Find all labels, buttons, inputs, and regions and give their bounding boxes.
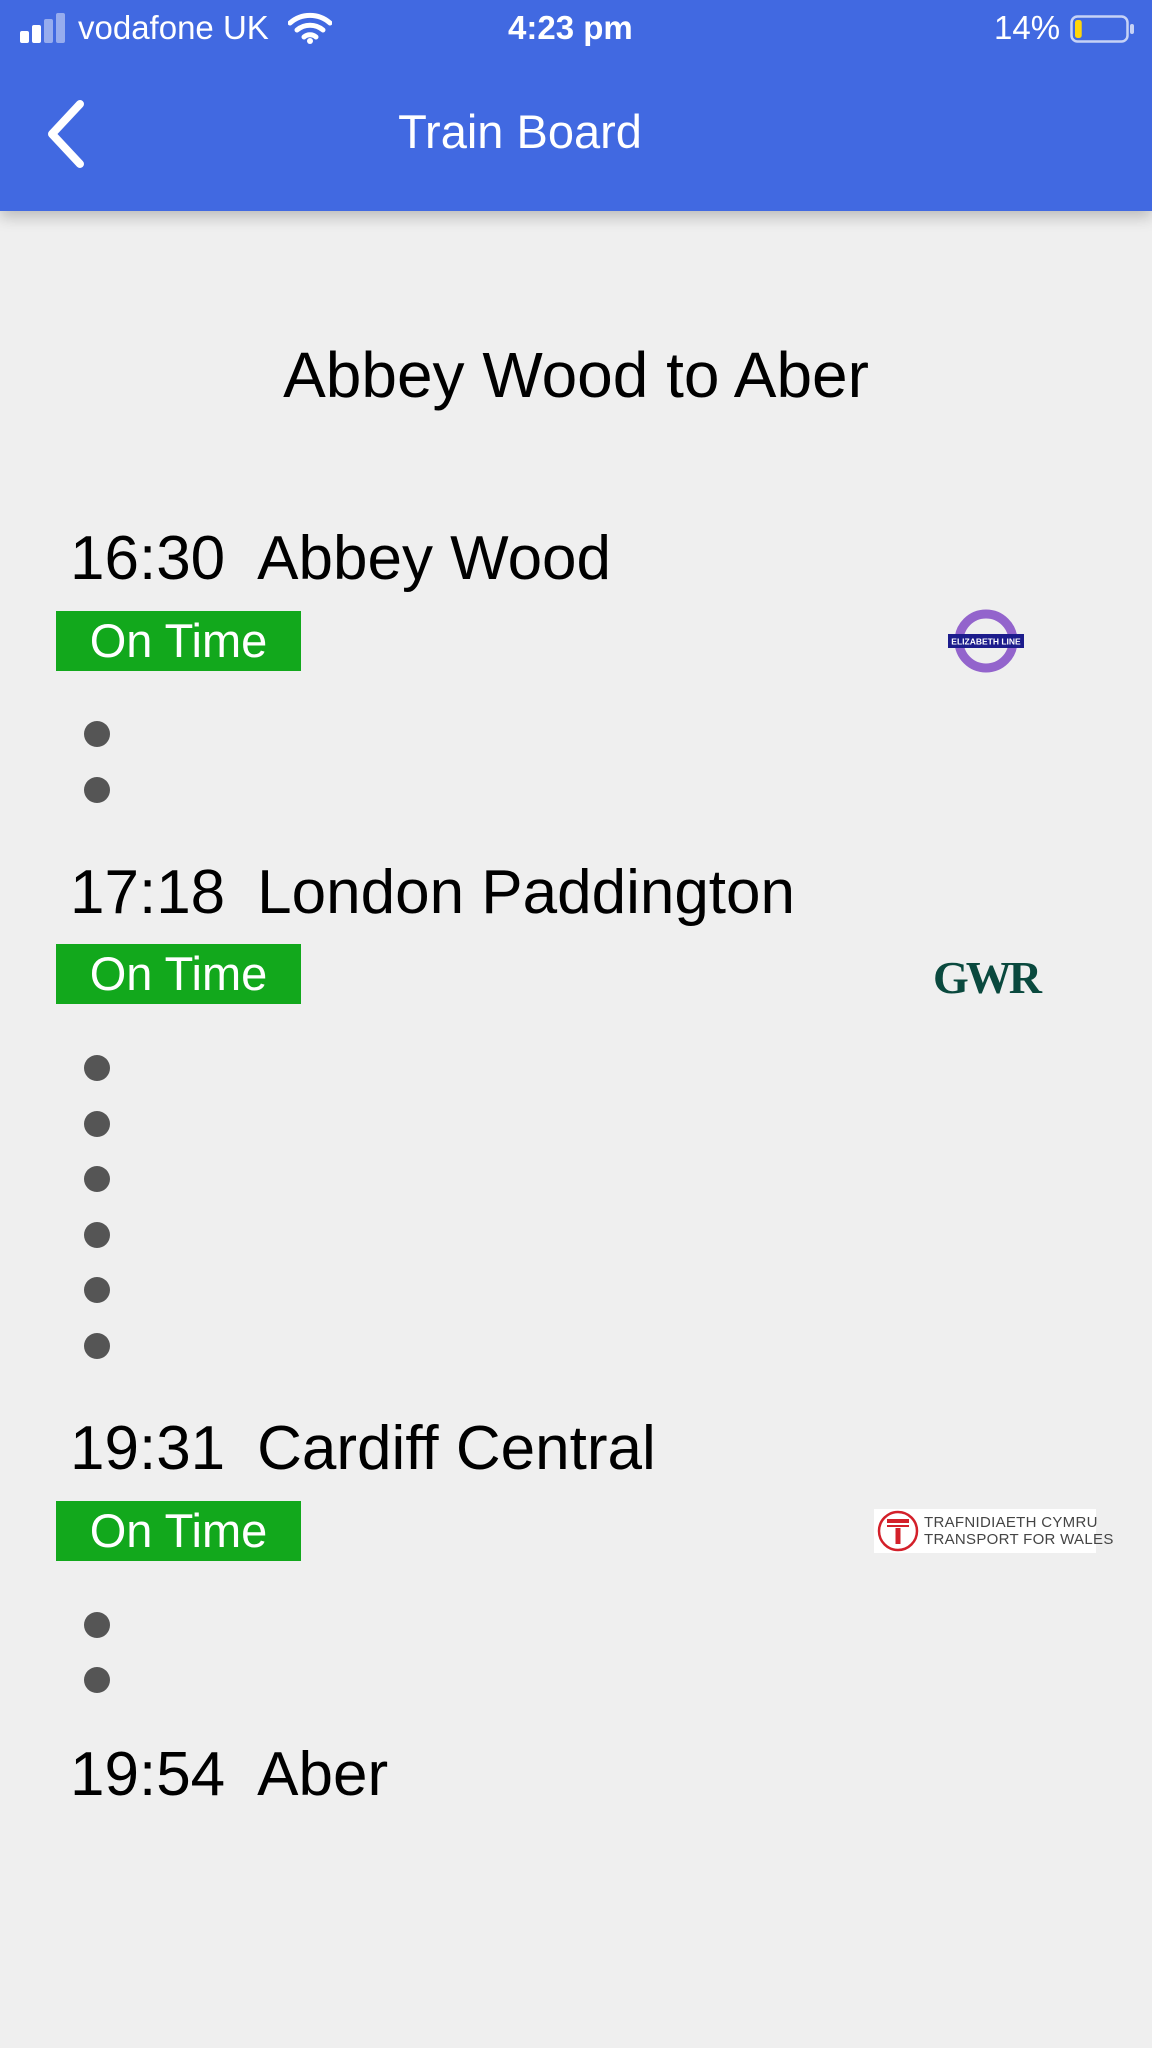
journey-stop: 16:30 Abbey Wood — [70, 528, 611, 590]
status-bar: vodafone UK 4:23 pm 14% — [0, 0, 1152, 58]
elizabeth-line-logo: ELIZABETH LINE — [948, 609, 1024, 673]
gwr-logo: GWR — [933, 952, 1044, 1003]
page-title: Train Board — [398, 105, 642, 158]
battery-percentage: 14% — [994, 9, 1061, 46]
stop-time: 16:30 — [70, 524, 226, 593]
transport-for-wales-logo: TRAFNIDIAETH CYMRU TRANSPORT FOR WALES — [874, 1509, 1113, 1553]
stop-time: 19:54 — [70, 1740, 226, 1809]
stop-name: Abbey Wood — [257, 524, 612, 593]
svg-text:GWR: GWR — [933, 952, 1043, 1003]
status-badge: On Time — [56, 1501, 301, 1561]
battery-icon — [1070, 15, 1134, 43]
status-badge: On Time — [56, 611, 301, 671]
intermediate-stop-dot — [84, 721, 110, 747]
intermediate-stop-dot — [84, 1055, 110, 1081]
intermediate-stop-dot — [84, 1333, 110, 1359]
signal-icon — [20, 13, 66, 43]
stop-time: 17:18 — [70, 858, 226, 927]
tfw-english-name: TRANSPORT FOR WALES — [924, 1531, 1114, 1548]
stop-time: 19:31 — [70, 1414, 226, 1483]
stop-name: Aber — [257, 1740, 389, 1809]
stop-name: London Paddington — [257, 858, 795, 927]
journey-stop: 19:54 Aber — [70, 1744, 388, 1806]
intermediate-stop-dot — [84, 1667, 110, 1693]
stop-name: Cardiff Central — [257, 1414, 656, 1483]
intermediate-stop-dot — [84, 1612, 110, 1638]
status-badge: On Time — [56, 944, 301, 1004]
journey-stop: 17:18 London Paddington — [70, 862, 795, 924]
intermediate-stop-dot — [84, 1277, 110, 1303]
tfw-welsh-name: TRAFNIDIAETH CYMRU — [924, 1514, 1098, 1531]
route-title: Abbey Wood to Aber — [283, 339, 869, 411]
svg-text:ELIZABETH LINE: ELIZABETH LINE — [951, 637, 1021, 647]
tfw-roundel-icon — [877, 1510, 919, 1552]
intermediate-stop-dot — [84, 777, 110, 803]
journey-stop: 19:31 Cardiff Central — [70, 1418, 656, 1480]
intermediate-stop-dot — [84, 1222, 110, 1248]
wifi-icon — [288, 12, 332, 44]
navigation-bar: Train Board — [0, 58, 1152, 211]
intermediate-stop-dot — [84, 1111, 110, 1137]
app-header: vodafone UK 4:23 pm 14% Train Board — [0, 0, 1152, 211]
clock: 4:23 pm — [508, 9, 633, 46]
intermediate-stop-dot — [84, 1166, 110, 1192]
carrier-name: vodafone UK — [78, 9, 269, 46]
